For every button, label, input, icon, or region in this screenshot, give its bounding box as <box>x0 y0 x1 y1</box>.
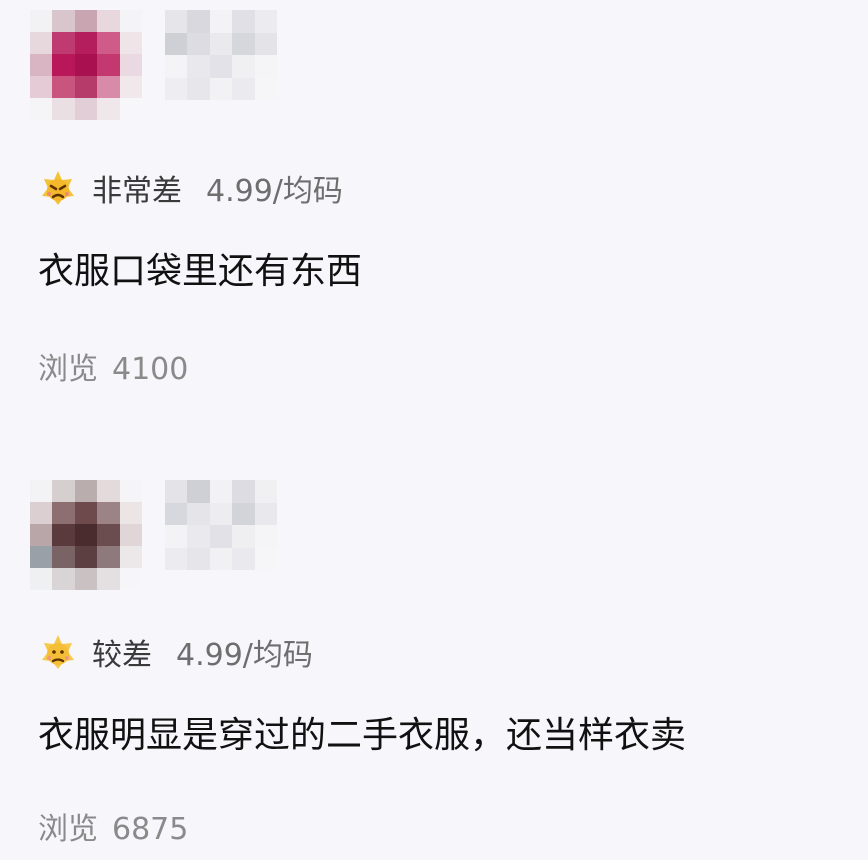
angry-face-icon <box>42 171 74 205</box>
view-count: 浏览 6875 <box>38 804 188 848</box>
unhappy-face-icon <box>42 635 74 669</box>
views-number: 4100 <box>112 352 189 387</box>
rating-row: 非常差 4.99/均码 <box>38 168 343 209</box>
views-number: 6875 <box>112 812 189 847</box>
view-count: 浏览 4100 <box>38 344 188 388</box>
avatar[interactable] <box>30 10 142 120</box>
variant-info: 4.99/均码 <box>206 174 343 209</box>
review-item: 较差 4.99/均码 衣服明显是穿过的二手衣服，还当样衣卖 浏览 6875 <box>0 470 868 860</box>
variant-info: 4.99/均码 <box>176 638 313 673</box>
rating-label: 较差 <box>92 638 152 673</box>
username-blurred[interactable] <box>165 10 277 100</box>
username-blurred[interactable] <box>165 480 277 570</box>
review-item: 非常差 4.99/均码 衣服口袋里还有东西 浏览 4100 <box>0 0 868 430</box>
avatar[interactable] <box>30 480 142 590</box>
rating-label: 非常差 <box>92 174 182 209</box>
views-label: 浏览 <box>38 812 98 847</box>
views-label: 浏览 <box>38 352 98 387</box>
review-comment: 衣服口袋里还有东西 <box>38 251 363 292</box>
rating-row: 较差 4.99/均码 <box>38 632 313 673</box>
review-comment: 衣服明显是穿过的二手衣服，还当样衣卖 <box>38 715 687 756</box>
